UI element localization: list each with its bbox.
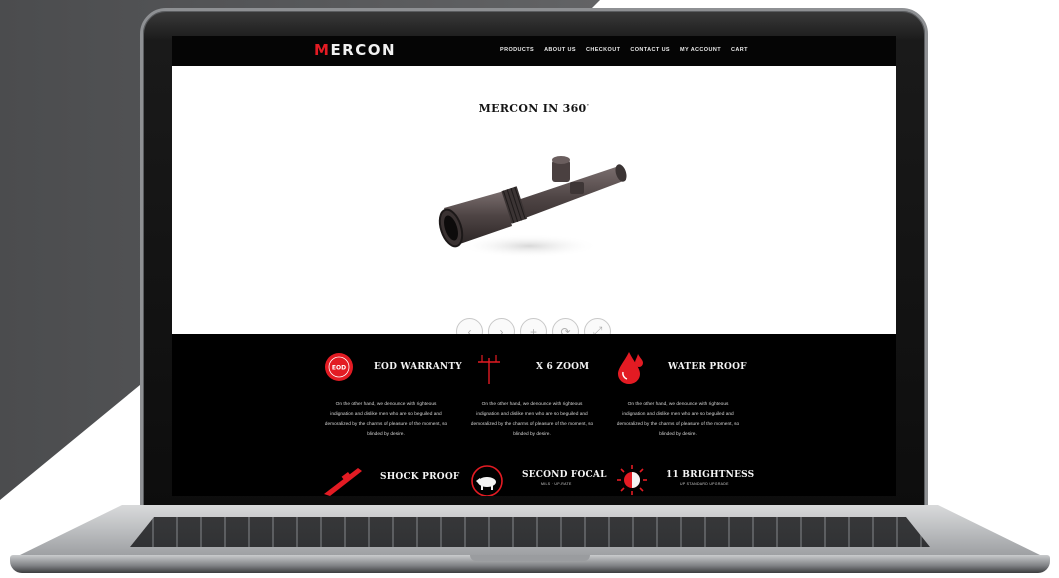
laptop-notch bbox=[470, 555, 590, 561]
nav-products[interactable]: PRODUCTS bbox=[500, 47, 534, 53]
features-section: EOD EOD WARRANTY On the other hand, we d… bbox=[172, 334, 896, 496]
feature-title: 11 BRIGHTNESS bbox=[666, 470, 755, 480]
feature-title: WATER PROOF bbox=[668, 362, 747, 372]
main-nav: PRODUCTS ABOUT US CHECKOUT CONTACT US MY… bbox=[500, 47, 748, 53]
riflescope-product-image[interactable] bbox=[434, 146, 634, 266]
nav-contact-us[interactable]: CONTACT US bbox=[630, 47, 670, 53]
brightness-icon bbox=[617, 465, 647, 495]
feature-description: On the other hand, we denounce with righ… bbox=[470, 402, 594, 437]
feature-title: EOD WARRANTY bbox=[374, 362, 462, 372]
nav-checkout[interactable]: CHECKOUT bbox=[586, 47, 620, 53]
feature-title: SHOCK PROOF bbox=[380, 472, 460, 482]
feature-title: X 6 ZOOM bbox=[536, 362, 590, 372]
water-drop-icon bbox=[618, 352, 643, 384]
nav-about-us[interactable]: ABOUT US bbox=[544, 47, 576, 53]
feature-subtitle: MILS · UP-RATE bbox=[541, 482, 572, 486]
logo-initial: M bbox=[314, 41, 331, 59]
warranty-badge-icon: EOD bbox=[325, 353, 353, 381]
hero-section: MERCON IN 360° ‹ › + ⟳ ⤢ bbox=[172, 66, 896, 345]
feature-subtitle: UP STANDARD UPGRADE bbox=[680, 482, 729, 486]
boar-icon bbox=[471, 465, 503, 496]
warranty-badge-text: EOD bbox=[332, 365, 346, 372]
hero-title: MERCON IN 360° bbox=[172, 102, 896, 115]
feature-description: On the other hand, we denounce with righ… bbox=[616, 402, 740, 437]
nav-my-account[interactable]: MY ACCOUNT bbox=[680, 47, 721, 53]
site-header: MERCON PRODUCTS ABOUT US CHECKOUT CONTAC… bbox=[172, 36, 896, 66]
rifle-icon bbox=[324, 468, 362, 496]
nav-cart[interactable]: CART bbox=[731, 47, 748, 53]
hero-title-degree: ° bbox=[586, 103, 590, 110]
feature-description: On the other hand, we denounce with righ… bbox=[324, 402, 448, 437]
site-logo[interactable]: MERCON bbox=[314, 41, 396, 59]
laptop-screen: MERCON PRODUCTS ABOUT US CHECKOUT CONTAC… bbox=[172, 36, 896, 496]
logo-text: ERCON bbox=[330, 41, 397, 59]
laptop-keyboard bbox=[130, 517, 930, 547]
hero-title-text: MERCON IN 360 bbox=[478, 102, 587, 115]
crosshair-icon bbox=[478, 355, 500, 384]
feature-title: SECOND FOCAL bbox=[522, 470, 607, 480]
